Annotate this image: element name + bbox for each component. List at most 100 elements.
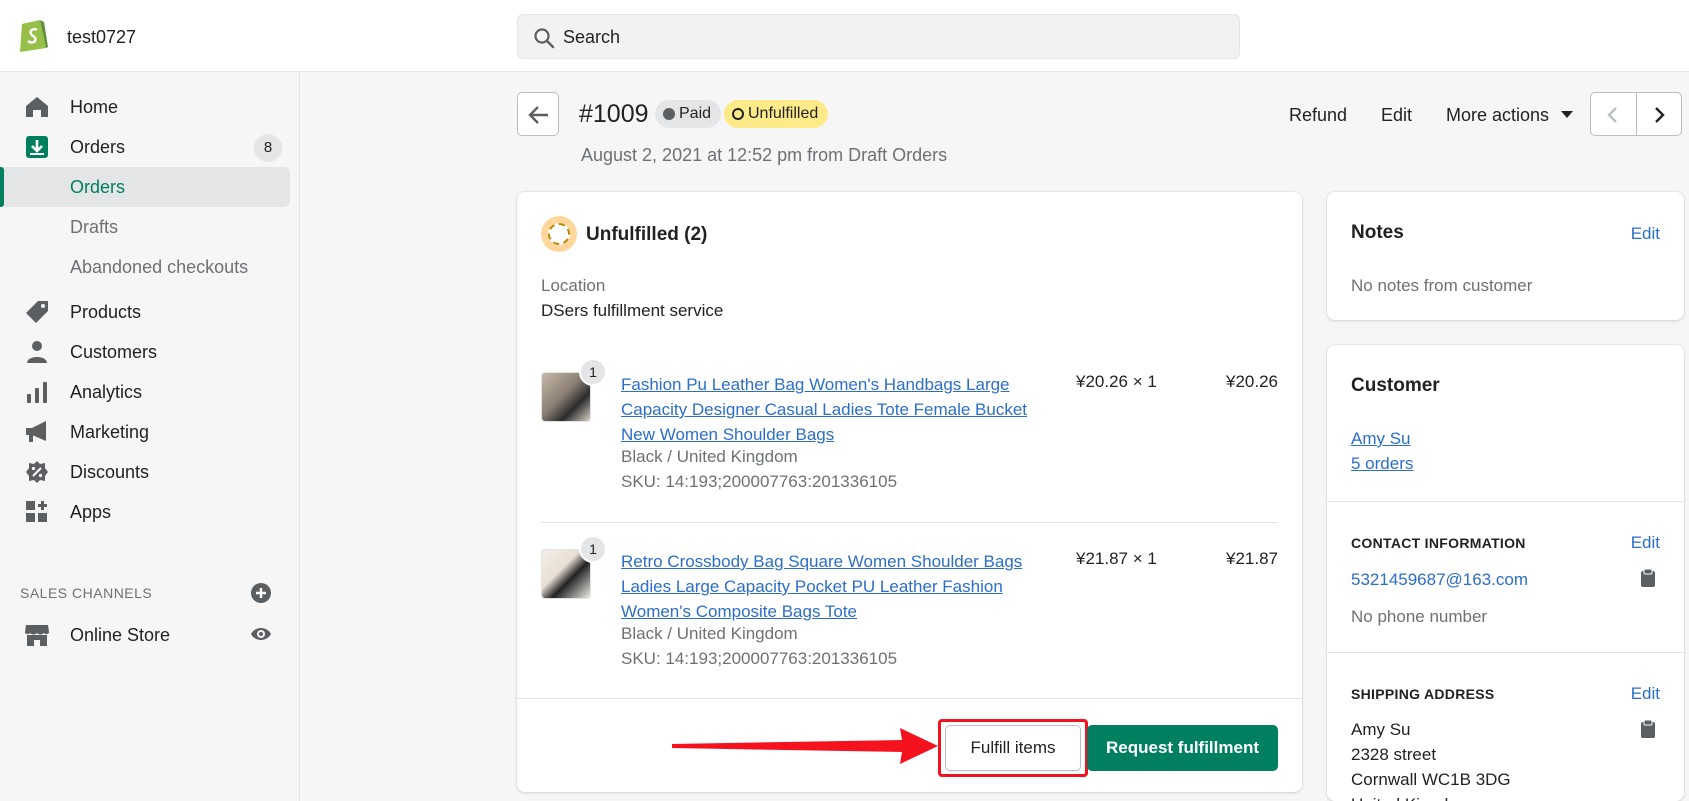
sidebar-item-label: Marketing bbox=[70, 422, 150, 442]
sidebar-item-customers[interactable]: Customers bbox=[0, 332, 300, 372]
order-date: August 2, 2021 at 12:52 pm from Draft Or… bbox=[581, 145, 948, 165]
edit-order-button[interactable]: Edit bbox=[1381, 105, 1412, 126]
sidebar-item-marketing[interactable]: Marketing bbox=[0, 412, 300, 452]
sidebar-item-orders[interactable]: Orders 8 bbox=[0, 127, 300, 167]
customer-name-link[interactable]: Amy Su bbox=[1351, 429, 1411, 449]
caret-down-icon bbox=[1561, 111, 1573, 118]
sidebar-item-products[interactable]: Products bbox=[0, 292, 300, 332]
sidebar-item-discounts[interactable]: Discounts bbox=[0, 452, 300, 492]
bar-chart-icon bbox=[27, 382, 47, 403]
orders-icon bbox=[26, 136, 48, 158]
product-link[interactable]: Fashion Pu Leather Bag Women's Handbags … bbox=[621, 372, 1041, 447]
sidebar-item-label: Customers bbox=[70, 342, 158, 362]
request-fulfillment-button[interactable]: Request fulfillment bbox=[1087, 725, 1278, 771]
quantity-badge: 1 bbox=[579, 535, 607, 563]
search-placeholder: Search bbox=[563, 27, 621, 47]
clipboard-icon[interactable] bbox=[1640, 719, 1656, 739]
sidebar-item-label: Orders bbox=[70, 137, 126, 157]
notes-edit-link[interactable]: Edit bbox=[1631, 224, 1660, 244]
eye-icon[interactable] bbox=[250, 625, 272, 643]
search-input[interactable]: Search bbox=[517, 14, 1240, 59]
unit-price: ¥20.26 × 1 bbox=[1076, 372, 1157, 391]
refund-button[interactable]: Refund bbox=[1289, 105, 1347, 126]
product-variant: Black / United Kingdom bbox=[621, 447, 798, 466]
shipping-edit-link[interactable]: Edit bbox=[1631, 684, 1660, 704]
clipboard-icon[interactable] bbox=[1640, 568, 1656, 588]
chevron-left-icon[interactable] bbox=[1605, 106, 1621, 124]
sidebar-item-home[interactable]: Home bbox=[0, 87, 300, 127]
status-dot-icon bbox=[663, 108, 675, 120]
location-value: DSers fulfillment service bbox=[541, 301, 724, 320]
address-street: 2328 street bbox=[1351, 745, 1437, 764]
sidebar-item-label: Drafts bbox=[70, 217, 119, 237]
status-ring-icon bbox=[732, 108, 744, 120]
address-country: United Kingdom bbox=[1351, 792, 1472, 801]
customer-orders-link[interactable]: 5 orders bbox=[1351, 454, 1413, 474]
fulfillment-status-badge: Unfulfilled bbox=[724, 100, 829, 128]
location-label: Location bbox=[541, 276, 606, 295]
card-title: Unfulfilled (2) bbox=[586, 224, 708, 245]
top-bar: test0727 Search bbox=[0, 0, 1689, 72]
sales-channels-heading: SALES CHANNELS bbox=[20, 585, 153, 601]
arrow-annotation-icon bbox=[672, 728, 938, 764]
back-button[interactable] bbox=[517, 92, 559, 136]
sidebar-item-apps[interactable]: Apps bbox=[0, 492, 300, 532]
notes-text: No notes from customer bbox=[1351, 276, 1533, 295]
sidebar-item-label: Online Store bbox=[70, 625, 171, 645]
sidebar-subitem-drafts[interactable]: Drafts bbox=[0, 207, 290, 247]
shopify-logo-icon[interactable] bbox=[18, 14, 50, 54]
contact-edit-link[interactable]: Edit bbox=[1631, 533, 1660, 553]
contact-heading: CONTACT INFORMATION bbox=[1351, 535, 1526, 551]
orders-count-badge: 8 bbox=[254, 134, 282, 162]
address-name: Amy Su bbox=[1351, 720, 1411, 739]
customer-phone: No phone number bbox=[1351, 607, 1488, 626]
sidebar-subitem-orders[interactable]: Orders bbox=[0, 167, 290, 207]
quantity-badge: 1 bbox=[579, 358, 607, 386]
divider bbox=[541, 522, 1278, 523]
line-total: ¥21.87 bbox=[1226, 549, 1278, 568]
line-total: ¥20.26 bbox=[1226, 372, 1278, 391]
sidebar-item-label: Apps bbox=[70, 502, 112, 522]
chevron-right-icon[interactable] bbox=[1651, 106, 1667, 124]
sidebar-item-label: Orders bbox=[70, 177, 126, 197]
badge-label: Paid bbox=[679, 105, 712, 122]
apps-icon bbox=[26, 501, 47, 522]
address-city: Cornwall WC1B 3DG bbox=[1351, 770, 1511, 789]
product-sku: SKU: 14:193;200007763:201336105 bbox=[621, 472, 898, 491]
sidebar-item-label: Products bbox=[70, 302, 142, 322]
person-icon bbox=[27, 341, 47, 363]
sidebar-item-analytics[interactable]: Analytics bbox=[0, 372, 300, 412]
order-pagination bbox=[1590, 92, 1682, 136]
product-sku: SKU: 14:193;200007763:201336105 bbox=[621, 649, 898, 668]
pager-divider bbox=[1636, 93, 1637, 135]
store-name[interactable]: test0727 bbox=[67, 27, 136, 48]
sidebar-item-label: Home bbox=[70, 97, 119, 117]
customer-title: Customer bbox=[1351, 375, 1440, 396]
sidebar-subitem-abandoned-checkouts[interactable]: Abandoned checkouts bbox=[0, 247, 290, 287]
order-number: #1009 bbox=[579, 100, 649, 128]
sidebar: Home Orders 8 Orders Drafts Abandoned ch… bbox=[0, 72, 300, 801]
arrow-left-icon bbox=[528, 106, 548, 124]
product-variant: Black / United Kingdom bbox=[621, 624, 798, 643]
fulfill-items-button[interactable]: Fulfill items bbox=[945, 725, 1081, 771]
home-icon bbox=[26, 97, 48, 117]
payment-status-badge: Paid bbox=[655, 100, 722, 128]
divider bbox=[517, 698, 1302, 699]
customer-email-link[interactable]: 5321459687@163.com bbox=[1351, 570, 1528, 590]
megaphone-icon bbox=[26, 421, 46, 442]
more-actions-button[interactable]: More actions bbox=[1446, 105, 1549, 126]
unit-price: ¥21.87 × 1 bbox=[1076, 549, 1157, 568]
search-icon bbox=[534, 28, 555, 49]
divider bbox=[1327, 652, 1684, 653]
divider bbox=[1327, 501, 1684, 502]
notes-title: Notes bbox=[1351, 222, 1404, 243]
store-icon bbox=[25, 625, 49, 646]
badge-label: Unfulfilled bbox=[748, 105, 819, 122]
active-indicator bbox=[0, 167, 4, 207]
sidebar-item-label: Analytics bbox=[70, 382, 143, 402]
add-circle-icon[interactable] bbox=[250, 582, 272, 604]
sidebar-item-label: Abandoned checkouts bbox=[70, 257, 249, 277]
sidebar-item-label: Discounts bbox=[70, 462, 150, 482]
unfulfilled-icon bbox=[541, 216, 577, 252]
product-link[interactable]: Retro Crossbody Bag Square Women Shoulde… bbox=[621, 549, 1041, 624]
